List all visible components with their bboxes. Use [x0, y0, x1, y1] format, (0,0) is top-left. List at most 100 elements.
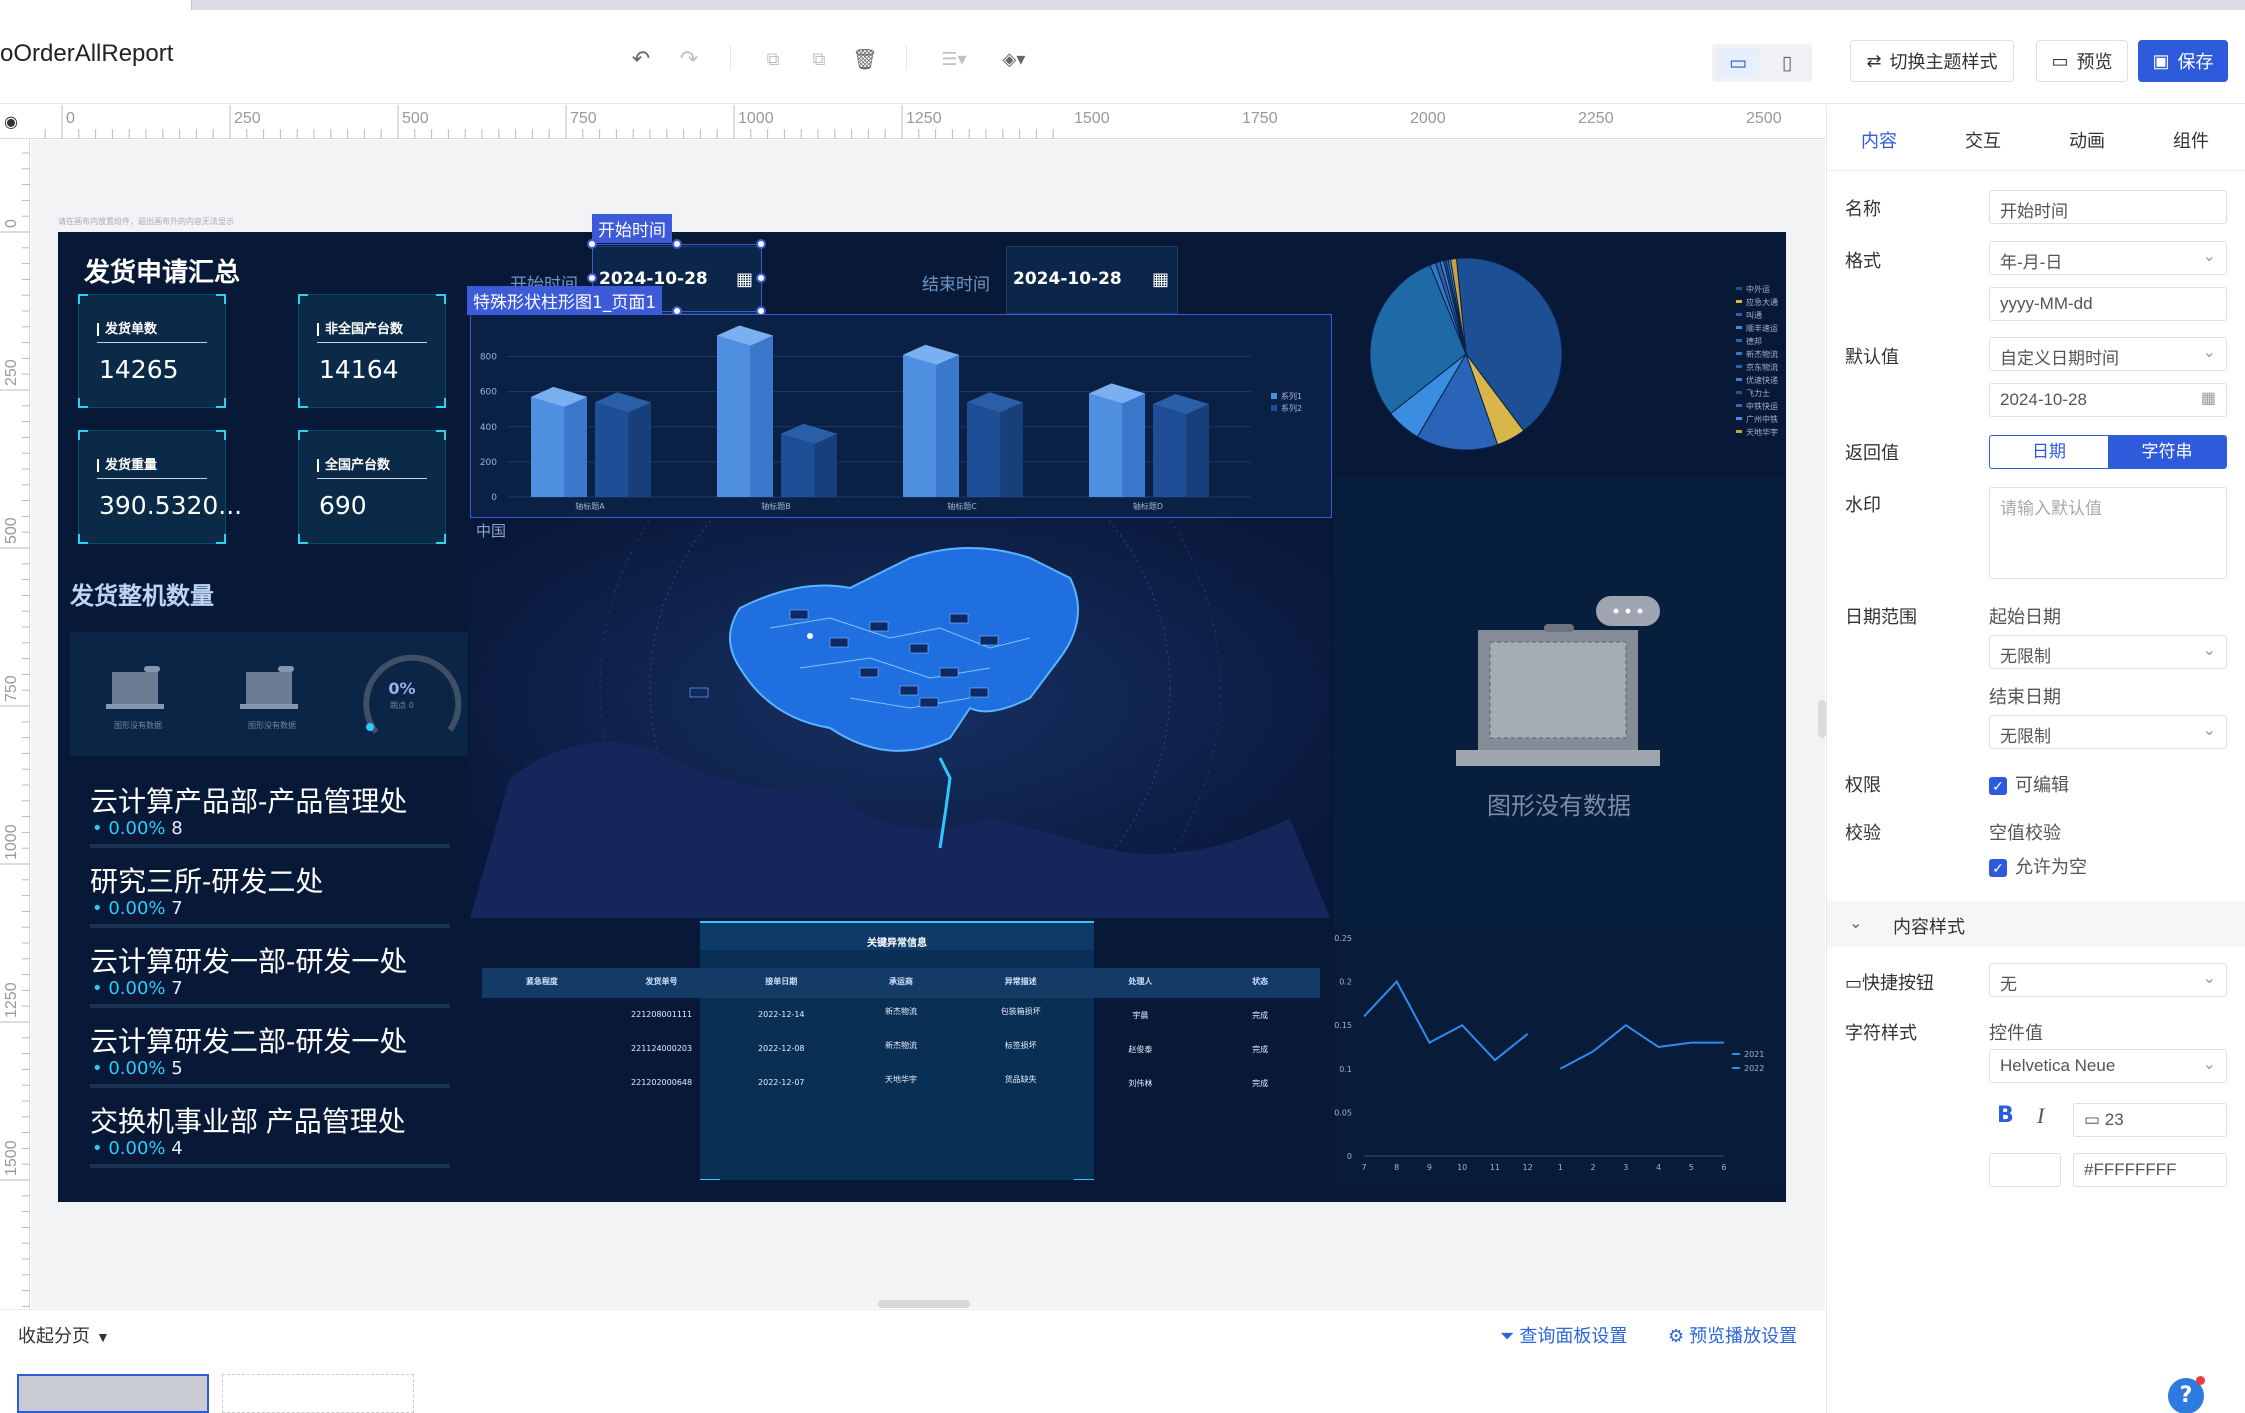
- chevron-down-icon: ⌄: [2202, 642, 2216, 659]
- format-select[interactable]: 年-月-日 ⌄: [1989, 241, 2227, 275]
- resize-handle[interactable]: [756, 273, 766, 283]
- machine-gauge-panel[interactable]: 图形没有数据 图形没有数据 0% 跳点 0: [70, 632, 468, 756]
- vertical-scrollbar[interactable]: [1818, 700, 1826, 738]
- table-header-cell: 接单日期: [765, 977, 798, 986]
- line-legend: 2021: [1744, 1050, 1764, 1059]
- check-icon: ✓: [1989, 859, 2007, 878]
- range-end-select[interactable]: 无限制 ⌄: [1989, 715, 2227, 749]
- table-cell: 2022-12-07: [758, 1078, 805, 1087]
- exception-table[interactable]: 关键异常信息 紧急程度 发货单号 接单日期 承运商 异常描述 处理人 状态 22120800…: [470, 918, 1332, 1181]
- default-date-input[interactable]: 2024-10-28 ▦: [1989, 383, 2227, 417]
- undo-icon[interactable]: ↶: [626, 44, 656, 74]
- table-row[interactable]: 221208001111 2022-12-14 新杰物流 包装箱损坏 宇晨 完成: [482, 1007, 1320, 1038]
- ruler-v-label: 0: [3, 219, 20, 228]
- pie-legend: 飞力士: [1746, 388, 1770, 398]
- paste-icon[interactable]: ⧉: [804, 44, 834, 74]
- resize-handle[interactable]: [756, 239, 766, 249]
- calendar-icon[interactable]: ▦: [1152, 269, 1169, 290]
- delete-icon[interactable]: 🗑: [850, 44, 880, 74]
- nodata-small-label: 图形没有数据: [114, 720, 162, 730]
- tab-component[interactable]: 组件: [2139, 127, 2243, 153]
- table-cell: 221124000203: [631, 1044, 693, 1053]
- bar-legend: 系列1: [1281, 391, 1302, 401]
- tab-content[interactable]: 内容: [1827, 127, 1931, 153]
- legend-swatch: [1736, 417, 1742, 420]
- save-button[interactable]: ▣ 保存: [2138, 40, 2228, 82]
- editable-checkbox[interactable]: ✓ 可编辑: [1989, 771, 2069, 797]
- tab-animation[interactable]: 动画: [2035, 127, 2139, 153]
- summary-title: 发货申请汇总: [84, 258, 241, 288]
- horizontal-ruler: 0 250 500 750 1000 1250 1500 1750 2000 2250 2500: [0, 105, 1825, 139]
- table-row[interactable]: 221124000203 2022-12-08 新杰物流 标签损坏 赵俊泰 完成: [482, 1041, 1320, 1072]
- bar-ytick: 800: [480, 353, 497, 363]
- table-cell: 新杰物流: [884, 1007, 917, 1016]
- resize-handle[interactable]: [672, 239, 682, 249]
- table-cell: 新杰物流: [884, 1041, 917, 1050]
- page-thumbnail-active[interactable]: [17, 1374, 209, 1413]
- line-series: [1363, 979, 1529, 1062]
- page-thumbnail[interactable]: [222, 1374, 414, 1413]
- pie-legend: 中外运: [1746, 284, 1770, 294]
- browser-tab[interactable]: [0, 0, 192, 10]
- property-panel: 内容 交互 动画 组件 名称 开始时间 格式 年-月-日 ⌄ yyyy-MM-dd…: [1826, 105, 2245, 1413]
- return-date-option[interactable]: 日期: [1990, 436, 2108, 468]
- allow-empty-checkbox[interactable]: ✓ 允许为空: [1989, 853, 2087, 879]
- top-toolbar: oOrderAllReport ↶ ↷ ⧉ ⧉ 🗑 ☰▾ ◈▾ ▭ ▯ ⇄ 切换主…: [0, 10, 2245, 104]
- name-input[interactable]: 开始时间: [1989, 190, 2227, 224]
- line-xtick: 10: [1457, 1163, 1467, 1172]
- line-xtick: 7: [1361, 1163, 1366, 1172]
- nodata-text: 图形没有数据: [1487, 792, 1631, 820]
- kpi-card[interactable]: 非全国产台数 14164: [298, 294, 446, 408]
- eye-icon[interactable]: ◉: [4, 112, 26, 131]
- mobile-view-icon[interactable]: ▯: [1766, 48, 1808, 78]
- pie-legend: 叫通: [1746, 310, 1762, 320]
- kpi-card[interactable]: 发货单数 14265: [78, 294, 226, 408]
- font-color-input[interactable]: #FFFFFFFF: [2073, 1153, 2227, 1187]
- preview-button[interactable]: ▭ 预览: [2036, 40, 2128, 82]
- table-row[interactable]: 221202000648 2022-12-07 天地华宇 货品缺失 刘伟林 完成: [482, 1075, 1320, 1106]
- preview-play-settings-link[interactable]: ⚙ 预览播放设置: [1668, 1322, 1797, 1348]
- line-xtick: 3: [1623, 1163, 1628, 1172]
- layer-icon[interactable]: ◈▾: [994, 44, 1034, 74]
- china-map[interactable]: [470, 518, 1330, 918]
- collapse-pages-button[interactable]: 收起分页 ▼: [18, 1322, 110, 1348]
- redo-icon[interactable]: ↷: [674, 44, 704, 74]
- resize-handle[interactable]: [587, 273, 597, 283]
- range-start-select[interactable]: 无限制 ⌄: [1989, 635, 2227, 669]
- return-string-option[interactable]: 字符串: [2108, 436, 2226, 468]
- query-panel-settings-link[interactable]: ⏷ 查询面板设置: [1500, 1322, 1627, 1348]
- font-size-input[interactable]: ▭ 23: [2073, 1103, 2227, 1137]
- check-icon: ✓: [1989, 777, 2007, 796]
- font-color-swatch[interactable]: [1989, 1153, 2061, 1187]
- watermark-textarea[interactable]: 请输入默认值: [1989, 487, 2227, 579]
- special-bar-chart[interactable]: 0 200 400 600 800 轴标题A 轴标题B 轴标题C 轴标题D 系列1 系列2: [470, 314, 1332, 518]
- nodata-panel[interactable]: 图形没有数据: [1334, 478, 1784, 928]
- pie-legend: 应急大通: [1746, 297, 1778, 307]
- copy-icon[interactable]: ⧉: [758, 44, 788, 74]
- table-cell: 完成: [1252, 1079, 1269, 1088]
- align-icon[interactable]: ☰▾: [934, 44, 974, 74]
- legend-swatch: [1736, 404, 1742, 407]
- switch-theme-button[interactable]: ⇄ 切换主题样式: [1850, 40, 2014, 82]
- kpi-card[interactable]: 全国产台数 690: [298, 430, 446, 544]
- font-family-select[interactable]: Helvetica Neue ⌄: [1989, 1049, 2227, 1083]
- bar-mark: [1153, 393, 1209, 497]
- kpi-card[interactable]: 发货重量 390.5320...: [78, 430, 242, 544]
- bold-icon[interactable]: B: [1997, 1103, 2014, 1128]
- calendar-icon[interactable]: ▦: [2201, 388, 2216, 408]
- end-date-input[interactable]: 2024-10-28 ▦: [1006, 246, 1178, 314]
- end-date-label: 结束时间: [922, 275, 990, 295]
- bar-xtick: 轴标题B: [761, 501, 791, 511]
- resize-handle[interactable]: [587, 239, 597, 249]
- caret-down-icon: ▼: [96, 1329, 110, 1345]
- italic-icon[interactable]: I: [2037, 1103, 2044, 1129]
- desktop-view-icon[interactable]: ▭: [1717, 48, 1759, 78]
- content-style-section[interactable]: ⌄ 内容样式: [1827, 901, 2245, 947]
- trend-line-chart[interactable]: 0 0.05 0.1 0.15 0.2 0.25 7 8 9 10 11 12 1 2 3 4 5 6 2021 20…: [1334, 928, 1784, 1182]
- carrier-pie-chart[interactable]: 中外运 应急大通 叫通 顺丰速运 德邦 新杰物流 京东物流 优速快递 飞力士 中铁快运 广州中铁 天地…: [1334, 244, 1784, 476]
- format-pattern-input[interactable]: yyyy-MM-dd: [1989, 287, 2227, 321]
- tab-interaction[interactable]: 交互: [1931, 127, 2035, 153]
- horizontal-scrollbar[interactable]: [878, 1300, 970, 1308]
- default-select[interactable]: 自定义日期时间 ⌄: [1989, 337, 2227, 371]
- quick-button-select[interactable]: 无 ⌄: [1989, 963, 2227, 997]
